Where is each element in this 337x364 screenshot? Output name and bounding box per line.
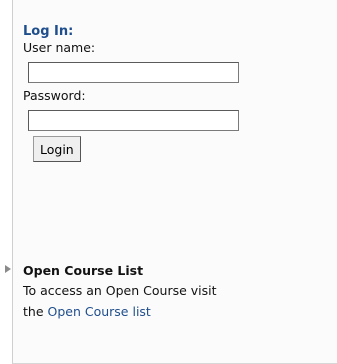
- login-heading: Log In:: [23, 24, 74, 39]
- password-input[interactable]: [28, 110, 239, 131]
- open-course-line: To access an Open Course visit: [23, 283, 217, 298]
- open-course-link-line: the Open Course list: [23, 301, 323, 322]
- password-label: Password:: [23, 88, 86, 103]
- login-button[interactable]: Login: [33, 136, 81, 162]
- open-course-prefix: the: [23, 304, 44, 319]
- username-input[interactable]: [28, 62, 239, 83]
- sidebar-panel: Log In: User name: Password: Login Open …: [12, 0, 337, 364]
- open-course-heading: Open Course List: [23, 263, 144, 278]
- username-label: User name:: [23, 40, 96, 55]
- arrow-indicator-icon: [5, 265, 11, 273]
- login-form: Log In: User name: Password: Login: [23, 23, 323, 162]
- open-course-list-link[interactable]: Open Course list: [48, 304, 151, 319]
- open-course-section: Open Course List To access an Open Cours…: [23, 262, 323, 322]
